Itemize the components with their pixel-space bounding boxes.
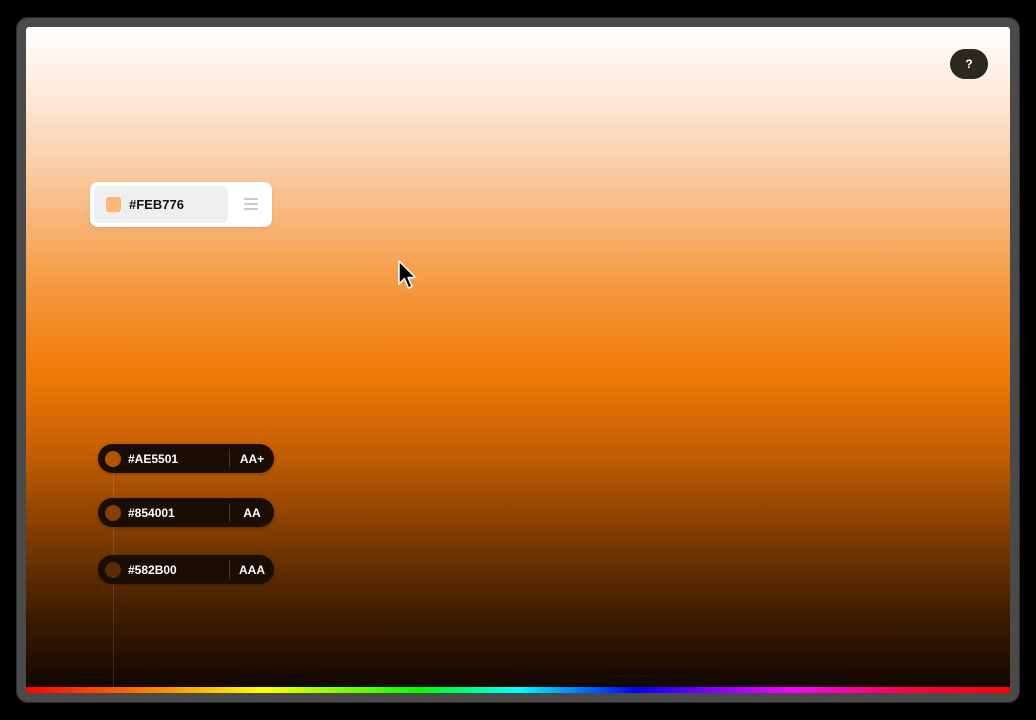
shade-swatch — [105, 504, 121, 521]
gradient-canvas[interactable]: ? #FEB776 #AE5501 AA+ #854001 AA #582B00… — [26, 27, 1010, 693]
base-color-hex: #FEB776 — [129, 197, 184, 212]
shade-item[interactable]: #582B00 AAA — [98, 555, 274, 584]
mouse-cursor-icon — [398, 260, 417, 289]
help-button[interactable]: ? — [950, 49, 988, 79]
shade-swatch — [105, 450, 121, 467]
shade-hex: #AE5501 — [128, 451, 179, 466]
contrast-rating-badge: AA — [243, 505, 261, 520]
hue-slider[interactable] — [26, 687, 1010, 693]
contrast-rating-badge: AAA — [239, 562, 265, 577]
base-color-card[interactable]: #FEB776 — [90, 182, 272, 227]
shade-hex: #854001 — [128, 505, 175, 520]
base-color-swatch — [106, 197, 121, 212]
drag-handle-icon[interactable] — [244, 198, 258, 210]
contrast-rating-badge: AA+ — [239, 451, 265, 466]
shade-hex: #582B00 — [128, 562, 177, 577]
shade-item[interactable]: #854001 AA — [98, 498, 274, 527]
shade-item[interactable]: #AE5501 AA+ — [98, 444, 274, 473]
shade-swatch — [105, 561, 121, 578]
help-button-label: ? — [965, 57, 973, 71]
base-color-field[interactable]: #FEB776 — [94, 186, 228, 223]
